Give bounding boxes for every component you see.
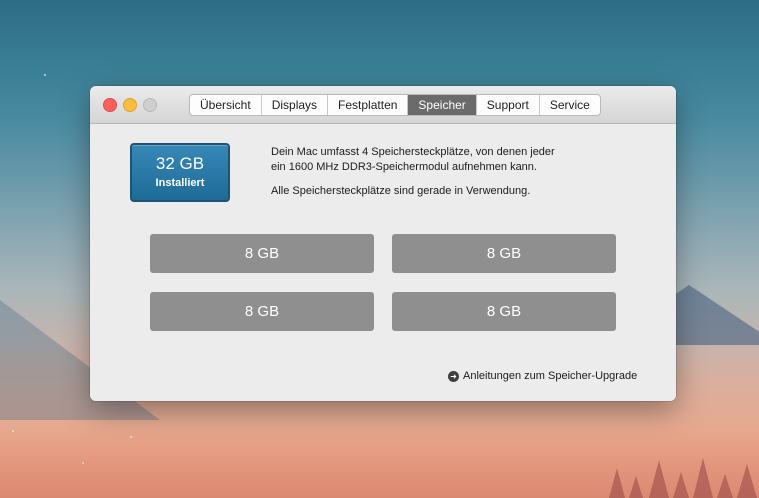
memory-slot: 8 GB bbox=[392, 234, 616, 273]
installed-label: Installiert bbox=[155, 177, 205, 189]
tab-bar: Übersicht Displays Festplatten Speicher … bbox=[189, 94, 601, 116]
description-line-1: Dein Mac umfasst 4 Speichersteckplätze, … bbox=[271, 146, 555, 158]
memory-slot: 8 GB bbox=[150, 292, 374, 331]
tab-overview[interactable]: Übersicht bbox=[190, 95, 262, 115]
minimize-button[interactable] bbox=[123, 98, 137, 112]
tab-memory[interactable]: Speicher bbox=[408, 95, 477, 115]
close-button[interactable] bbox=[103, 98, 117, 112]
trees bbox=[609, 458, 757, 498]
memory-description: Dein Mac umfasst 4 Speichersteckplätze, … bbox=[271, 145, 601, 199]
installed-size: 32 GB bbox=[155, 154, 205, 173]
tab-storage[interactable]: Festplatten bbox=[328, 95, 409, 115]
tab-service[interactable]: Service bbox=[540, 95, 600, 115]
memory-upgrade-link[interactable]: ➜ Anleitungen zum Speicher-Upgrade bbox=[448, 370, 637, 382]
star bbox=[44, 74, 46, 76]
upgrade-link-label: Anleitungen zum Speicher-Upgrade bbox=[463, 370, 638, 382]
about-this-mac-window: Übersicht Displays Festplatten Speicher … bbox=[90, 86, 676, 401]
zoom-button[interactable] bbox=[143, 98, 157, 112]
tab-support[interactable]: Support bbox=[477, 95, 540, 115]
slot-status: Alle Speichersteckplätze sind gerade in … bbox=[271, 185, 531, 197]
arrow-circle-icon: ➜ bbox=[448, 370, 459, 382]
installed-memory-badge: 32 GB Installiert bbox=[130, 143, 230, 202]
memory-slot: 8 GB bbox=[150, 234, 374, 273]
titlebar: Übersicht Displays Festplatten Speicher … bbox=[90, 86, 676, 124]
description-line-2: ein 1600 MHz DDR3-Speichermodul aufnehme… bbox=[271, 161, 537, 173]
tab-displays[interactable]: Displays bbox=[262, 95, 329, 115]
memory-slot: 8 GB bbox=[392, 292, 616, 331]
memory-panel: 32 GB Installiert Dein Mac umfasst 4 Spe… bbox=[90, 124, 676, 401]
